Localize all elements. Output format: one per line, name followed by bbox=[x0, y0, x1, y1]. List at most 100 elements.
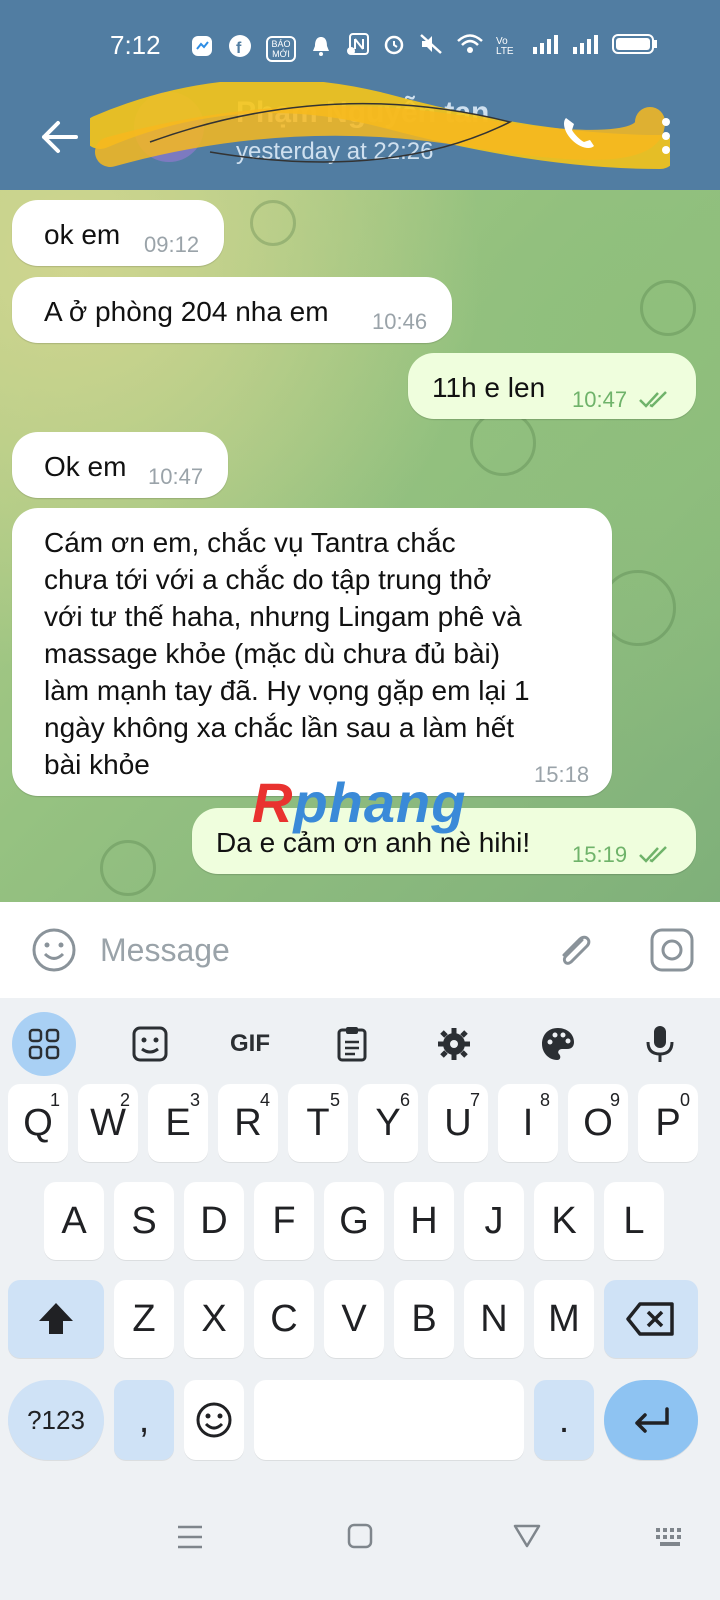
message-bubble[interactable]: Cám ơn em, chắc vụ Tantra chắc chưa tới … bbox=[12, 508, 612, 796]
recent-apps-icon[interactable] bbox=[176, 1524, 204, 1555]
enter-arrow-icon bbox=[635, 1407, 669, 1433]
phone-icon[interactable] bbox=[556, 112, 600, 156]
svg-text:f: f bbox=[236, 40, 242, 57]
nfc-icon bbox=[348, 32, 370, 62]
signal-icon-2 bbox=[572, 33, 600, 61]
battery-icon bbox=[612, 33, 658, 61]
key-label: E bbox=[165, 1101, 191, 1144]
microphone-icon[interactable] bbox=[628, 1012, 692, 1076]
key-b[interactable]: B bbox=[394, 1280, 454, 1358]
message-text: ok em bbox=[44, 219, 121, 250]
mute-icon bbox=[418, 32, 444, 62]
key-a[interactable]: A bbox=[44, 1182, 104, 1260]
key-q[interactable]: Q1 bbox=[8, 1084, 68, 1162]
back-icon[interactable] bbox=[512, 1522, 542, 1555]
key-f[interactable]: F bbox=[254, 1182, 314, 1260]
home-icon[interactable] bbox=[346, 1522, 374, 1555]
message-text: Ok em bbox=[44, 451, 127, 482]
message-bubble[interactable]: ok em 09:12 bbox=[12, 200, 224, 266]
facebook-icon: f bbox=[228, 34, 252, 64]
read-ticks-icon bbox=[639, 846, 667, 863]
key-s[interactable]: S bbox=[114, 1182, 174, 1260]
key-o[interactable]: O9 bbox=[568, 1084, 628, 1162]
message-composer: Message bbox=[0, 902, 720, 998]
key-d[interactable]: D bbox=[184, 1182, 244, 1260]
message-line: ngày không xa chắc lần sau a làm hết bbox=[44, 712, 515, 743]
key-number: 8 bbox=[539, 1090, 550, 1110]
key-y[interactable]: Y6 bbox=[358, 1084, 418, 1162]
key-number: 7 bbox=[469, 1090, 480, 1110]
key-j[interactable]: J bbox=[464, 1182, 524, 1260]
back-arrow-icon[interactable] bbox=[36, 112, 86, 162]
key-m[interactable]: M bbox=[534, 1280, 594, 1358]
key-label: I bbox=[522, 1101, 534, 1144]
key-k[interactable]: K bbox=[534, 1182, 594, 1260]
message-bubble[interactable]: A ở phòng 204 nha em 10:46 bbox=[12, 277, 452, 343]
key-number: 5 bbox=[329, 1090, 340, 1110]
message-line: Cám ơn em, chắc vụ Tantra chắc bbox=[44, 527, 456, 558]
attach-icon[interactable] bbox=[552, 926, 596, 974]
watermark-r: R bbox=[252, 771, 294, 834]
key-x[interactable]: X bbox=[184, 1280, 244, 1358]
backspace-key[interactable] bbox=[604, 1280, 698, 1358]
key-v[interactable]: V bbox=[324, 1280, 384, 1358]
key-i[interactable]: I8 bbox=[498, 1084, 558, 1162]
key-number: 6 bbox=[399, 1090, 410, 1110]
key-c[interactable]: C bbox=[254, 1280, 314, 1358]
camera-icon[interactable] bbox=[648, 926, 696, 974]
message-time: 15:19 bbox=[572, 842, 628, 867]
emoji-key[interactable] bbox=[184, 1380, 244, 1460]
key-h[interactable]: H bbox=[394, 1182, 454, 1260]
key-w[interactable]: W2 bbox=[78, 1084, 138, 1162]
key-label: U bbox=[444, 1101, 472, 1144]
key-e[interactable]: E3 bbox=[148, 1084, 208, 1162]
key-u[interactable]: U7 bbox=[428, 1084, 488, 1162]
key-n[interactable]: N bbox=[464, 1280, 524, 1358]
space-key[interactable] bbox=[254, 1380, 524, 1460]
clipboard-icon[interactable] bbox=[320, 1012, 384, 1076]
key-g[interactable]: G bbox=[324, 1182, 384, 1260]
emoji-icon[interactable] bbox=[30, 926, 78, 974]
message-bubble[interactable]: Ok em 10:47 bbox=[12, 432, 228, 498]
key-number: 9 bbox=[609, 1090, 620, 1110]
message-time: 09:12 bbox=[144, 232, 200, 257]
backspace-icon bbox=[626, 1302, 674, 1336]
bell-icon bbox=[310, 34, 332, 64]
key-r[interactable]: R4 bbox=[218, 1084, 278, 1162]
key-number: 0 bbox=[679, 1090, 690, 1110]
key-l[interactable]: L bbox=[604, 1182, 664, 1260]
palette-icon[interactable] bbox=[526, 1012, 590, 1076]
comma-key[interactable]: , bbox=[114, 1380, 174, 1460]
more-options-icon[interactable] bbox=[656, 114, 676, 158]
keyboard-switch-icon[interactable] bbox=[654, 1526, 688, 1553]
key-z[interactable]: Z bbox=[114, 1280, 174, 1358]
settings-gear-icon[interactable] bbox=[422, 1012, 486, 1076]
key-number: 1 bbox=[49, 1090, 60, 1110]
period-key[interactable]: . bbox=[534, 1380, 594, 1460]
shift-key[interactable] bbox=[8, 1280, 104, 1358]
symbols-key[interactable]: ?123 bbox=[8, 1380, 104, 1460]
message-line: massage khỏe (mặc dù chưa đủ bài) bbox=[44, 638, 501, 669]
gif-button[interactable]: GIF bbox=[218, 1012, 282, 1076]
read-ticks-icon bbox=[639, 391, 667, 408]
key-number: 3 bbox=[189, 1090, 200, 1110]
message-time: 10:47 bbox=[148, 464, 204, 489]
message-bubble[interactable]: 11h e len 10:47 bbox=[408, 353, 696, 419]
key-label: P bbox=[655, 1101, 681, 1144]
message-line: với tư thế haha, nhưng Lingam phê và bbox=[44, 601, 522, 632]
alarm-icon bbox=[382, 32, 406, 62]
key-t[interactable]: T5 bbox=[288, 1084, 348, 1162]
sticker-icon[interactable] bbox=[118, 1012, 182, 1076]
message-time: 15:18 bbox=[534, 762, 590, 787]
status-time: 7:12 bbox=[110, 30, 161, 60]
watermark-logo: Rphang bbox=[252, 770, 466, 835]
navigation-bar bbox=[0, 1500, 720, 1600]
status-bar: 7:12 f BÁO MỚI Vo LTE bbox=[0, 0, 720, 92]
apps-grid-icon[interactable] bbox=[12, 1012, 76, 1076]
key-p[interactable]: P0 bbox=[638, 1084, 698, 1162]
message-input[interactable]: Message bbox=[100, 932, 230, 969]
enter-key[interactable] bbox=[604, 1380, 698, 1460]
chat-header: Phạm Nguyễn tan yesterday at 22:26 bbox=[0, 82, 720, 190]
key-label: Q bbox=[23, 1101, 53, 1144]
key-label: R bbox=[234, 1101, 262, 1144]
